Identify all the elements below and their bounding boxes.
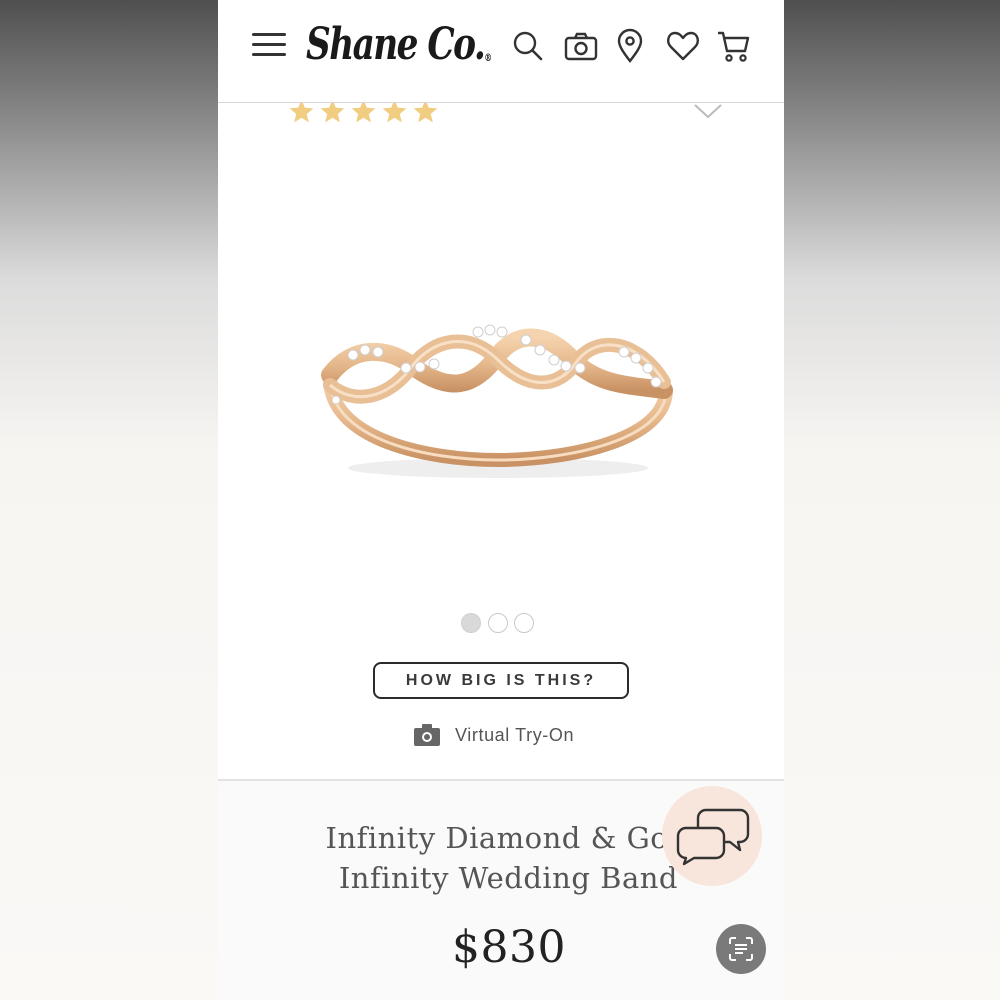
carousel-dot[interactable]	[514, 613, 534, 633]
heart-icon[interactable]	[665, 28, 701, 64]
scan-icon	[729, 937, 753, 961]
search-icon[interactable]	[510, 28, 546, 64]
logo-registered-mark: ®	[484, 53, 492, 64]
carousel-dot[interactable]	[461, 613, 481, 633]
product-title: Infinity Diamond & Gol Infinity Wedding …	[318, 818, 678, 898]
menu-icon[interactable]	[252, 30, 288, 60]
chat-button[interactable]	[662, 786, 762, 886]
phone-screen: Shane Co.® HOW BIG IS THIS? Virtual Try-…	[218, 0, 784, 1000]
product-image[interactable]	[308, 290, 688, 510]
camera-icon[interactable]	[563, 28, 599, 64]
product-title-line-2: Infinity Wedding Band	[338, 861, 678, 895]
logo-text: Shane Co.	[306, 19, 486, 70]
chevron-down-icon[interactable]	[692, 100, 724, 122]
location-pin-icon[interactable]	[612, 28, 648, 64]
carousel-dot[interactable]	[488, 613, 508, 633]
virtual-try-on-label: Virtual Try-On	[455, 725, 575, 745]
background-left	[0, 0, 218, 1000]
background-right	[784, 0, 1000, 1000]
how-big-is-this-button[interactable]: HOW BIG IS THIS?	[373, 662, 629, 699]
scan-text-button[interactable]	[716, 924, 766, 974]
cart-icon[interactable]	[716, 28, 752, 64]
camera-icon	[414, 724, 440, 746]
image-carousel-dots	[461, 613, 541, 637]
shane-co-logo[interactable]: Shane Co.®	[306, 10, 492, 80]
site-header: Shane Co.®	[218, 0, 784, 103]
product-price: $830	[452, 922, 566, 973]
chat-icon	[676, 808, 750, 866]
product-title-line-1: Infinity Diamond & Gol	[325, 821, 678, 855]
